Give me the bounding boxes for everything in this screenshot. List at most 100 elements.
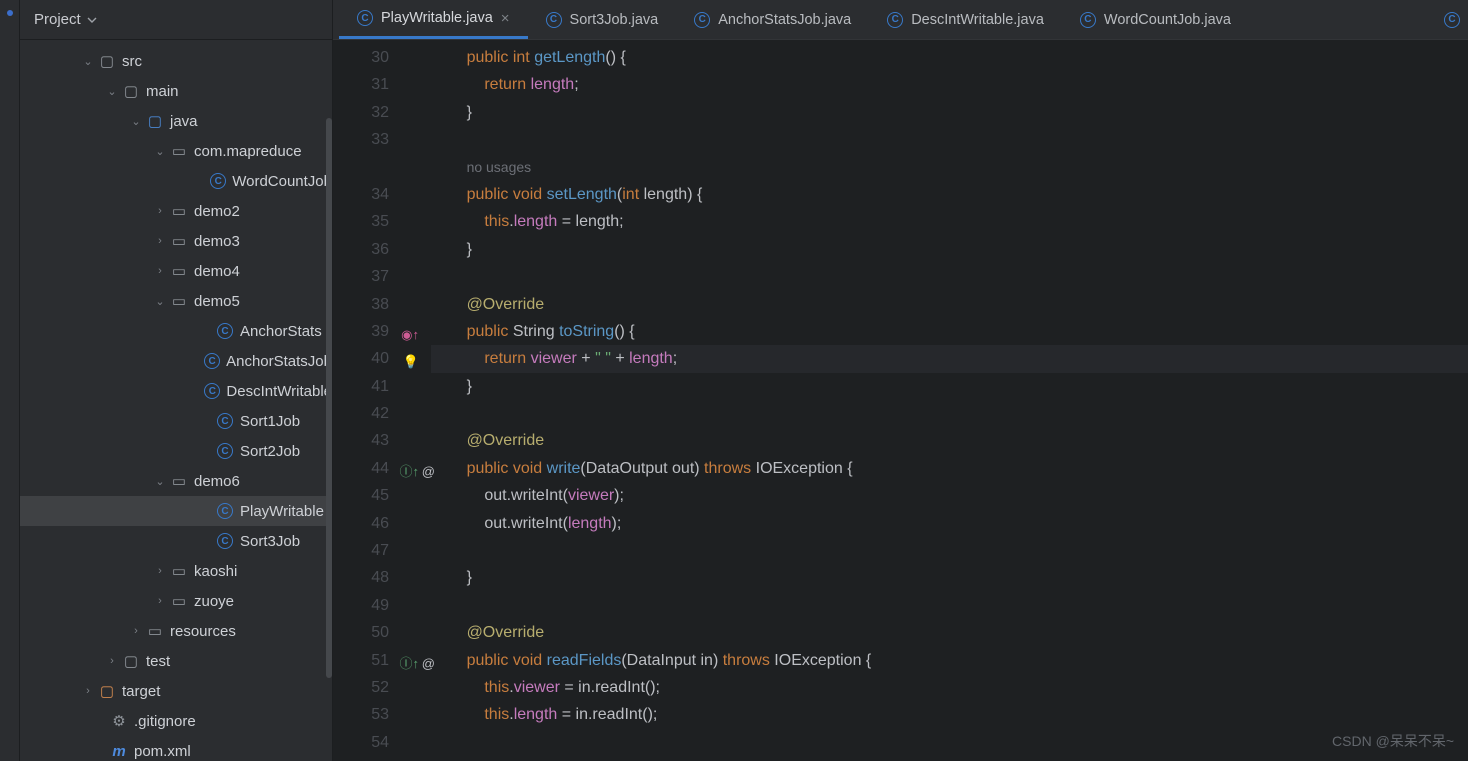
code-line[interactable] bbox=[431, 126, 1468, 153]
tree-node-anchorstats[interactable]: CAnchorStats bbox=[20, 316, 332, 346]
code-line[interactable]: public void readFields(DataInput in) thr… bbox=[431, 647, 1468, 674]
watermark: CSDN @呆呆不呆~ bbox=[1332, 731, 1454, 751]
code-line[interactable]: public void write(DataOutput out) throws… bbox=[431, 455, 1468, 482]
code-line[interactable]: @Override bbox=[431, 427, 1468, 454]
package-icon: ▭ bbox=[170, 472, 188, 490]
tab-anchorstatsjob[interactable]: C AnchorStatsJob.java bbox=[676, 0, 869, 39]
tree-node-sort1job[interactable]: CSort1Job bbox=[20, 406, 332, 436]
tree-node-sort2job[interactable]: CSort2Job bbox=[20, 436, 332, 466]
close-icon[interactable]: × bbox=[501, 10, 510, 27]
code-line[interactable]: public String toString() { bbox=[431, 318, 1468, 345]
tab-label: Sort3Job.java bbox=[570, 12, 659, 28]
folder-icon: ▢ bbox=[122, 652, 140, 670]
resources-icon: ▭ bbox=[146, 622, 164, 640]
code-line[interactable]: out.writeInt(length); bbox=[431, 510, 1468, 537]
tab-overflow-class-icon[interactable]: C bbox=[1436, 0, 1468, 39]
code-line[interactable]: } bbox=[431, 236, 1468, 263]
app-root: Project ⌄▢src ⌄▢main ⌄▢java ⌄▭com.mapred… bbox=[0, 0, 1468, 761]
class-icon: C bbox=[1080, 12, 1096, 28]
tree-node-zuoye[interactable]: ›▭zuoye bbox=[20, 586, 332, 616]
class-icon: C bbox=[204, 383, 220, 399]
class-icon: C bbox=[210, 173, 226, 189]
tree-node-demo6[interactable]: ⌄▭demo6 bbox=[20, 466, 332, 496]
tree-node-java[interactable]: ⌄▢java bbox=[20, 106, 332, 136]
code-body[interactable]: public int getLength() { return length; … bbox=[431, 40, 1468, 761]
code-line[interactable]: } bbox=[431, 99, 1468, 126]
code-line[interactable]: public void setLength(int length) { bbox=[431, 181, 1468, 208]
tree-node-main[interactable]: ⌄▢main bbox=[20, 76, 332, 106]
class-icon: C bbox=[216, 533, 234, 549]
class-icon: C bbox=[216, 413, 234, 429]
code-line[interactable] bbox=[431, 592, 1468, 619]
folder-icon: ▢ bbox=[122, 82, 140, 100]
code-line[interactable]: this.length = in.readInt(); bbox=[431, 701, 1468, 728]
code-line[interactable]: this.length = length; bbox=[431, 208, 1468, 235]
tree-scrollbar[interactable] bbox=[326, 46, 332, 676]
code-line[interactable]: out.writeInt(viewer); bbox=[431, 482, 1468, 509]
package-icon: ▭ bbox=[170, 202, 188, 220]
tree-node-playwritable[interactable]: CPlayWritable bbox=[20, 496, 332, 526]
tab-playwritable[interactable]: C PlayWritable.java × bbox=[339, 0, 528, 39]
folder-icon: ▢ bbox=[98, 52, 116, 70]
code-hint-line[interactable]: no usages bbox=[431, 154, 1468, 181]
class-icon: C bbox=[357, 10, 373, 26]
tree-node-test[interactable]: ›▢test bbox=[20, 646, 332, 676]
class-icon: C bbox=[204, 353, 220, 369]
maven-icon: m bbox=[110, 743, 128, 760]
line-gutter: 30 31 32 33 34 35 36 37 38 39◉↑ 40💡 41 4… bbox=[333, 40, 431, 761]
tree-node-demo3[interactable]: ›▭demo3 bbox=[20, 226, 332, 256]
code-line-current[interactable]: return viewer + " " + length; bbox=[431, 345, 1468, 372]
tab-label: PlayWritable.java bbox=[381, 10, 493, 26]
tree-node-kaoshi[interactable]: ›▭kaoshi bbox=[20, 556, 332, 586]
editor-tabs: C PlayWritable.java × C Sort3Job.java C Anch… bbox=[333, 0, 1468, 40]
tab-label: DescIntWritable.java bbox=[911, 12, 1044, 28]
tree-node-demo4[interactable]: ›▭demo4 bbox=[20, 256, 332, 286]
tree-node-sort3job[interactable]: CSort3Job bbox=[20, 526, 332, 556]
lightbulb-icon[interactable]: 💡 bbox=[403, 348, 419, 375]
package-icon: ▭ bbox=[170, 142, 188, 160]
class-icon: C bbox=[694, 12, 710, 28]
tree-node-demo5[interactable]: ⌄▭demo5 bbox=[20, 286, 332, 316]
tab-wordcountjob[interactable]: C WordCountJob.java bbox=[1062, 0, 1249, 39]
code-line[interactable] bbox=[431, 263, 1468, 290]
class-icon: C bbox=[546, 12, 562, 28]
tree-node-anchorstatsjob[interactable]: CAnchorStatsJob bbox=[20, 346, 332, 376]
tab-sort3job[interactable]: C Sort3Job.java bbox=[528, 0, 677, 39]
tree-node-wordcountjob[interactable]: CWordCountJob bbox=[20, 166, 332, 196]
tree-node-src[interactable]: ⌄▢src bbox=[20, 46, 332, 76]
tool-dot-icon[interactable] bbox=[7, 10, 13, 16]
code-line[interactable]: return length; bbox=[431, 71, 1468, 98]
code-line[interactable] bbox=[431, 537, 1468, 564]
tree-node-pom[interactable]: mpom.xml bbox=[20, 736, 332, 761]
chevron-down-icon bbox=[87, 17, 97, 23]
tab-label: AnchorStatsJob.java bbox=[718, 12, 851, 28]
code-line[interactable] bbox=[431, 400, 1468, 427]
code-editor[interactable]: 30 31 32 33 34 35 36 37 38 39◉↑ 40💡 41 4… bbox=[333, 40, 1468, 761]
folder-icon: ▢ bbox=[98, 682, 116, 700]
tree-node-target[interactable]: ›▢target bbox=[20, 676, 332, 706]
code-line[interactable]: @Override bbox=[431, 291, 1468, 318]
code-line[interactable]: public int getLength() { bbox=[431, 44, 1468, 71]
project-header[interactable]: Project bbox=[20, 0, 332, 40]
implement-gutter-icon[interactable]: Ⓘ↑ bbox=[399, 458, 419, 485]
code-line[interactable]: this.viewer = in.readInt(); bbox=[431, 674, 1468, 701]
tree-node-com-mapreduce[interactable]: ⌄▭com.mapreduce bbox=[20, 136, 332, 166]
code-line[interactable]: @Override bbox=[431, 619, 1468, 646]
project-sidebar: Project ⌄▢src ⌄▢main ⌄▢java ⌄▭com.mapred… bbox=[20, 0, 333, 761]
tree-node-descintwritable[interactable]: CDescIntWritable bbox=[20, 376, 332, 406]
tab-descintwritable[interactable]: CDescIntWritable.java bbox=[869, 0, 1062, 39]
implement-gutter-icon[interactable]: Ⓘ↑ bbox=[399, 650, 419, 677]
override-gutter-icon[interactable]: ◉↑ bbox=[401, 321, 419, 348]
left-tool-strip bbox=[0, 0, 20, 761]
package-icon: ▭ bbox=[170, 562, 188, 580]
code-line[interactable]: } bbox=[431, 373, 1468, 400]
gear-icon: ⚙ bbox=[110, 712, 128, 730]
package-icon: ▭ bbox=[170, 232, 188, 250]
code-line[interactable]: } bbox=[431, 564, 1468, 591]
folder-icon: ▢ bbox=[146, 112, 164, 130]
tree-node-gitignore[interactable]: ⚙.gitignore bbox=[20, 706, 332, 736]
tree-node-resources[interactable]: ›▭resources bbox=[20, 616, 332, 646]
tab-label: WordCountJob.java bbox=[1104, 12, 1231, 28]
project-title: Project bbox=[34, 11, 81, 28]
tree-node-demo2[interactable]: ›▭demo2 bbox=[20, 196, 332, 226]
